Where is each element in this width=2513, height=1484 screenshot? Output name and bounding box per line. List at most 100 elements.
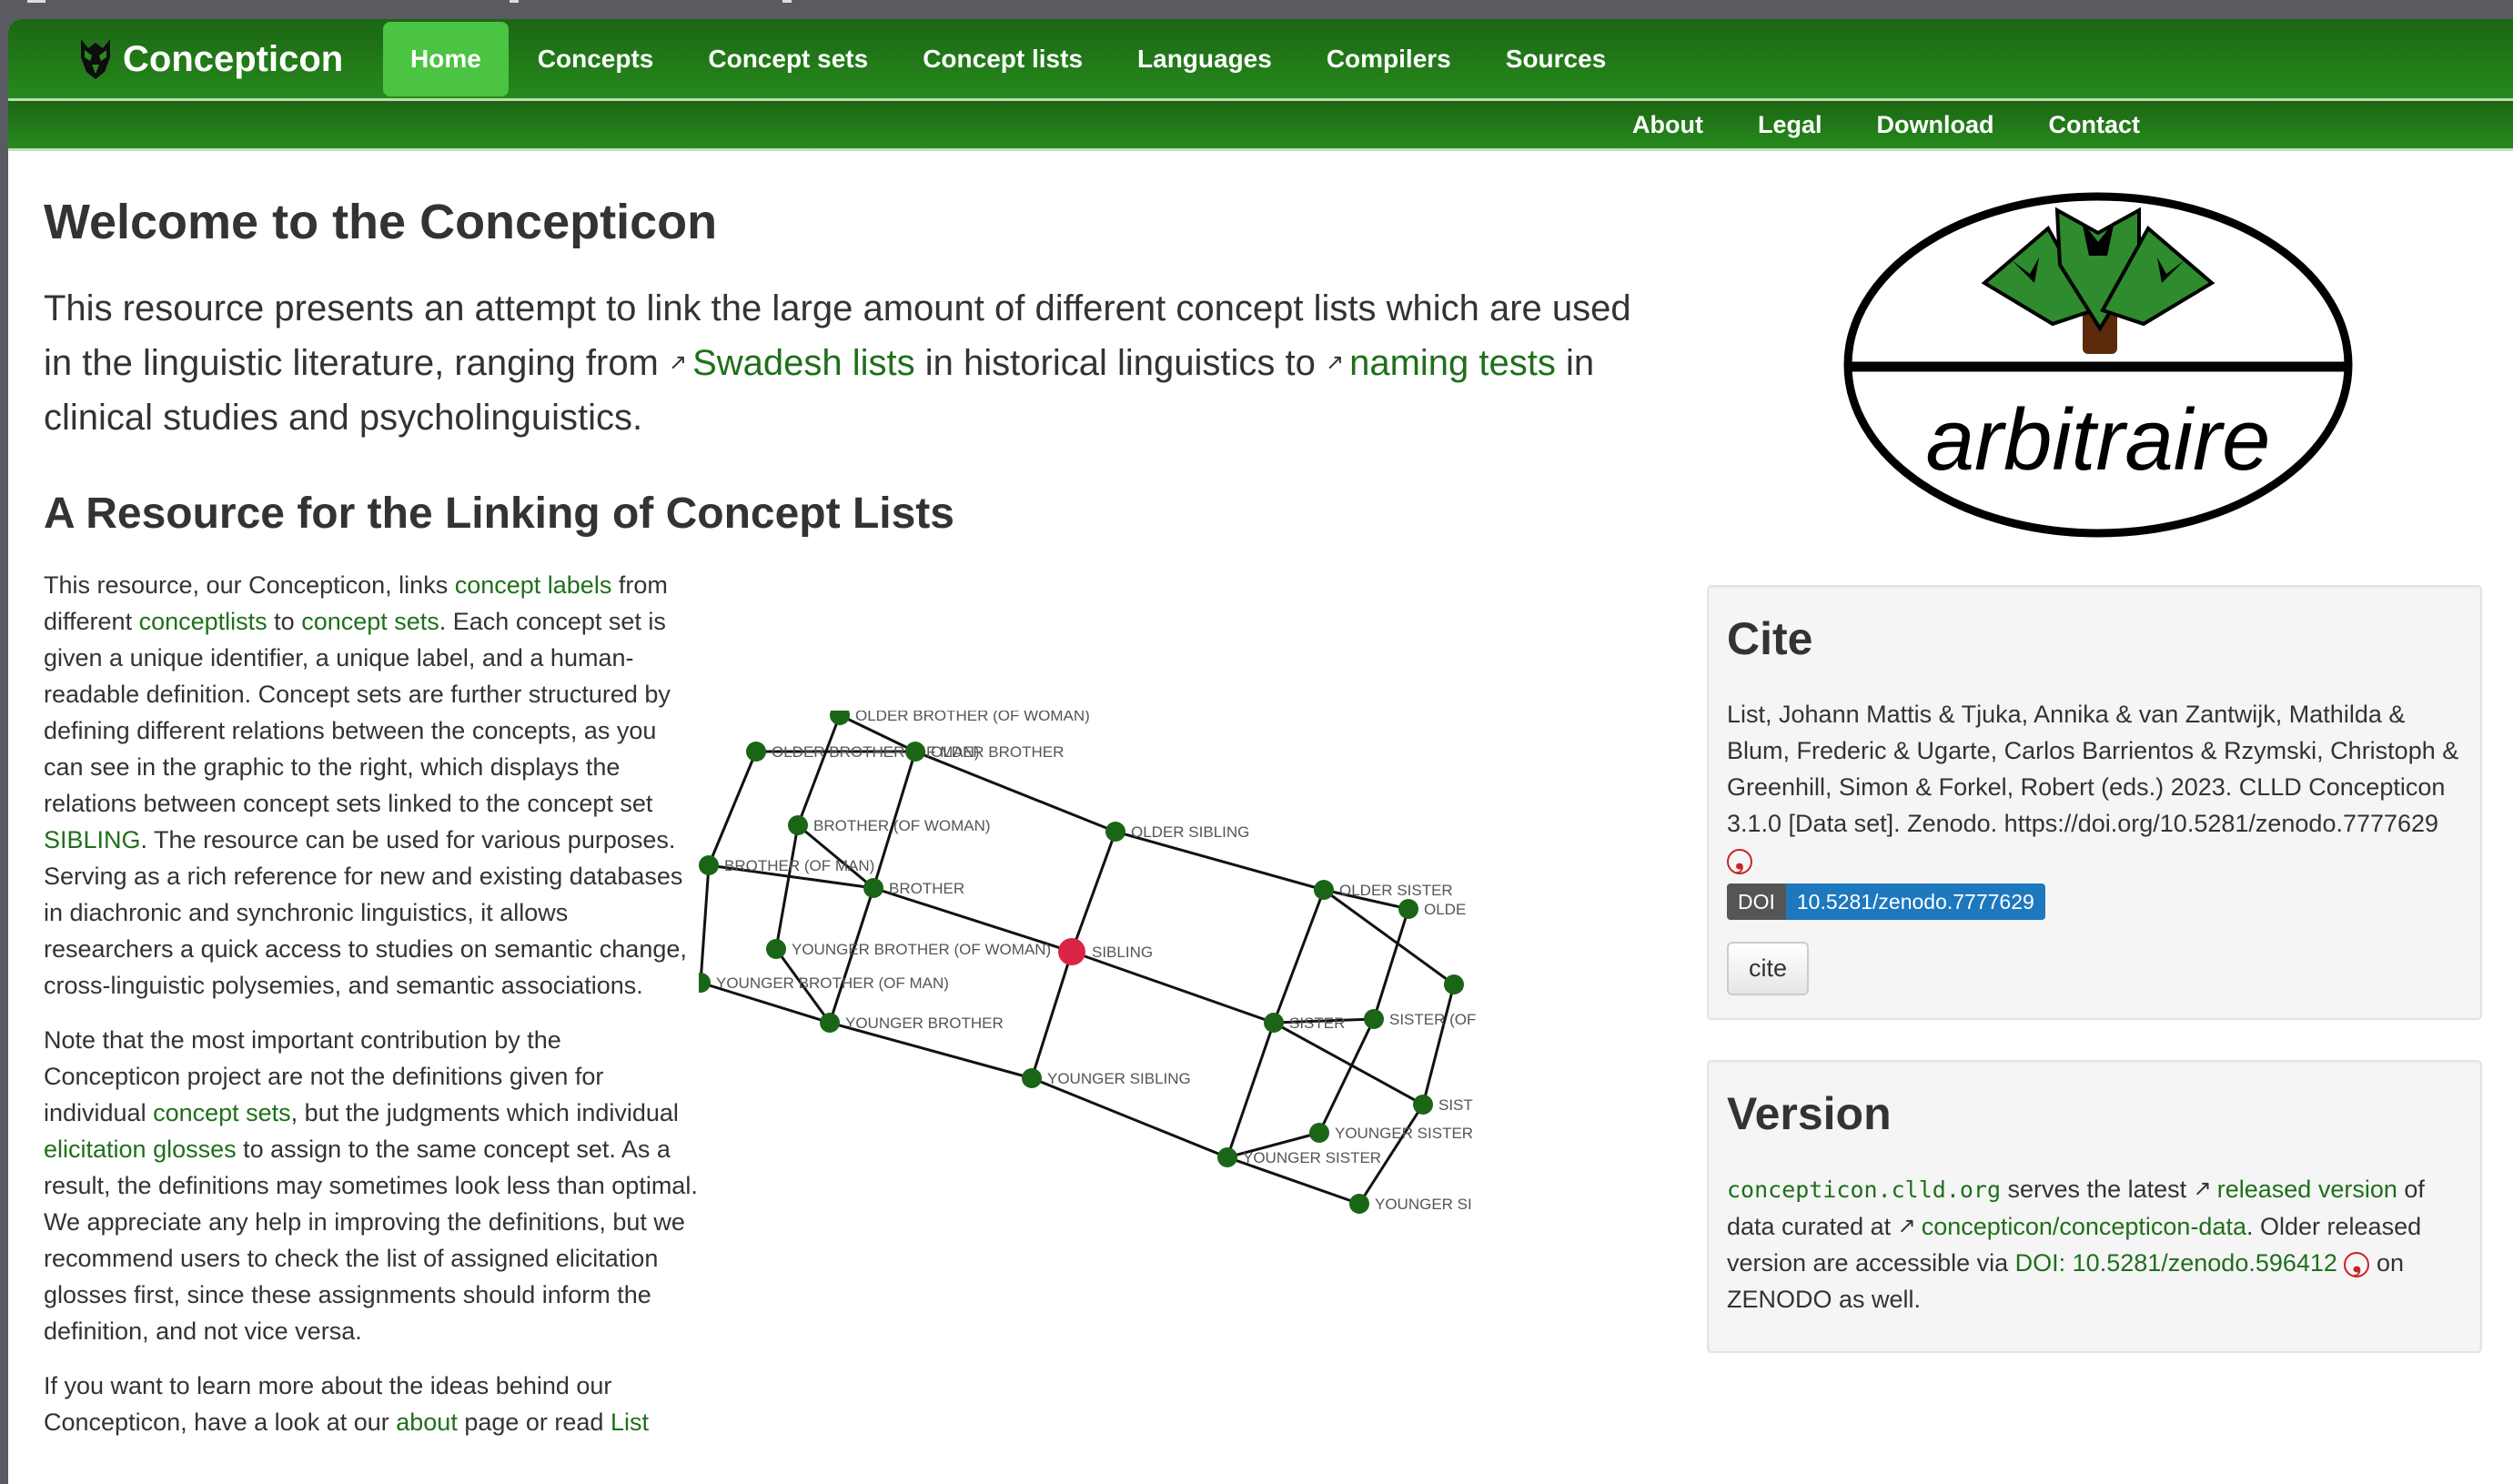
zenodo-icon[interactable]: ❟	[2344, 1251, 2370, 1277]
graph-node[interactable]	[788, 815, 808, 835]
browser-top-strip	[0, 0, 2513, 19]
nav-sources[interactable]: Sources	[1479, 23, 1634, 96]
graph-node[interactable]	[746, 742, 766, 762]
graph-node[interactable]	[1444, 974, 1464, 994]
graph-node-label[interactable]: BROTHER (OF MAN)	[724, 857, 874, 874]
graph-node[interactable]	[1217, 1147, 1237, 1167]
paragraph-2: Note that the most important contributio…	[44, 1022, 699, 1349]
graph-node-label[interactable]: SIBLING	[1092, 944, 1153, 961]
brand-name: Concepticon	[123, 38, 344, 79]
graph-node[interactable]	[1398, 899, 1418, 919]
elicitation-glosses-link[interactable]: elicitation glosses	[44, 1136, 237, 1163]
graph-node[interactable]	[1413, 1095, 1433, 1115]
doi-badge[interactable]: DOI 10.5281/zenodo.7777629	[1727, 883, 2045, 920]
graph-edge	[1226, 1022, 1276, 1158]
concept-labels-link[interactable]: concept labels	[455, 571, 612, 599]
graph-node-label[interactable]: YOUNGER SI	[1375, 1196, 1472, 1213]
nav-concept-sets[interactable]: Concept sets	[681, 23, 895, 96]
nav-about[interactable]: About	[1605, 111, 1731, 139]
cite-panel: Cite List, Johann Mattis & Tjuka, Annika…	[1707, 585, 2482, 1020]
graph-edge	[1030, 951, 1074, 1079]
concept-sets-link[interactable]: concept sets	[301, 608, 439, 635]
concept-sets-link-2[interactable]: concept sets	[153, 1099, 291, 1126]
swadesh-lists-link[interactable]: Swadesh lists	[692, 343, 915, 383]
graph-node[interactable]	[1309, 1123, 1329, 1143]
graph-node[interactable]	[1364, 1009, 1384, 1029]
released-version-link[interactable]: released version	[2217, 1176, 2397, 1203]
citation: List, Johann Mattis & Tjuka, Annika & va…	[1727, 701, 2459, 837]
nav-contact[interactable]: Contact	[2022, 111, 2168, 139]
graph-node-label[interactable]: BROTHER	[889, 880, 964, 897]
graph-node[interactable]	[820, 1013, 840, 1033]
navbar: Concepticon Home Concepts Concept sets C…	[8, 19, 2513, 99]
sub-navbar: About Legal Download Contact	[8, 101, 2513, 151]
graph-node-label[interactable]: BROTHER (OF WOMAN)	[813, 817, 991, 834]
graph-node[interactable]	[830, 711, 850, 725]
graph-node[interactable]	[1022, 1068, 1042, 1088]
zenodo-icon[interactable]: ❟	[1727, 848, 1752, 874]
concepticon-data-link[interactable]: concepticon/concepticon-data	[1922, 1213, 2246, 1240]
graph-edge	[1317, 1018, 1376, 1134]
list-reference-link[interactable]: List	[611, 1408, 649, 1436]
graph-node-label[interactable]: YOUNGER SIBLING	[1047, 1070, 1191, 1087]
sibling-link[interactable]: SIBLING	[44, 826, 141, 853]
naming-tests-link[interactable]: naming tests	[1349, 343, 1556, 383]
graph-node-label[interactable]: OLDER SISTER	[1339, 882, 1453, 899]
nav-concepts[interactable]: Concepts	[510, 23, 681, 96]
cite-button[interactable]: cite	[1727, 942, 1810, 995]
graph-edge	[1372, 908, 1410, 1020]
graph-node-label[interactable]: SISTER	[1289, 1015, 1345, 1032]
doi-badge-label: DOI	[1727, 883, 1786, 920]
graph-edge	[707, 751, 758, 866]
graph-node[interactable]	[699, 973, 711, 993]
graph-node-label[interactable]: YOUNGER SISTER	[1335, 1125, 1473, 1142]
graph-node-label[interactable]: OLDER BROTHER (OF WOMAN)	[855, 711, 1090, 724]
main-content: Welcome to the Concepticon This resource…	[44, 174, 1645, 1436]
graph-node-focus[interactable]	[1058, 938, 1085, 965]
external-link-icon: ↗	[1325, 350, 1345, 375]
nav-home[interactable]: Home	[383, 22, 509, 96]
graph-node[interactable]	[699, 855, 719, 875]
graph-node[interactable]	[1264, 1013, 1284, 1033]
nav-legal[interactable]: Legal	[1731, 111, 1850, 139]
graph-node[interactable]	[863, 878, 883, 898]
graph-node-label[interactable]: YOUNGER BROTHER (OF WOMAN)	[792, 941, 1051, 958]
brand-link[interactable]: Concepticon	[79, 32, 343, 86]
graph-node-label[interactable]: YOUNGER BROTHER (OF MAN)	[716, 974, 949, 992]
cite-title: Cite	[1727, 613, 1813, 664]
graph-node[interactable]	[1105, 822, 1125, 842]
graph-edge	[1272, 889, 1326, 1024]
text: . Each concept set is given a unique ide…	[44, 608, 671, 817]
concept-relations-graph: OLDER BROTHER (OF WOMAN)OLDER BROTHER (O…	[699, 711, 1476, 1214]
toolbar-mark	[782, 0, 792, 3]
logo-text: arbitraire	[1926, 391, 2271, 489]
about-link[interactable]: about	[396, 1408, 458, 1436]
older-doi-link[interactable]: DOI: 10.5281/zenodo.596412	[2015, 1249, 2337, 1277]
site-link[interactable]: concepticon.clld.org	[1727, 1176, 2001, 1203]
graph-node-label[interactable]: SISTER (OF	[1389, 1011, 1476, 1028]
graph-node[interactable]	[905, 742, 925, 762]
intro-text: This resource, our Concepticon, links co…	[44, 567, 699, 1459]
doi-badge-value: 10.5281/zenodo.7777629	[1785, 883, 2045, 920]
nav-concept-lists[interactable]: Concept lists	[895, 23, 1110, 96]
graph-edge	[1421, 984, 1456, 1105]
text: page or read	[457, 1408, 611, 1436]
lead-text: in historical linguistics to	[914, 343, 1326, 383]
nav-download[interactable]: Download	[1850, 111, 2022, 139]
graph-node-label[interactable]: YOUNGER SISTER	[1243, 1149, 1381, 1166]
graph-node-label[interactable]: OLDER BROTHER	[931, 743, 1064, 761]
nav-compilers[interactable]: Compilers	[1299, 23, 1479, 96]
text: serves the latest	[2001, 1176, 2194, 1203]
graph-node-label[interactable]: OLDE	[1424, 901, 1466, 918]
toolbar-mark	[27, 0, 45, 3]
lead-paragraph: This resource presents an attempt to lin…	[44, 281, 1645, 445]
graph-node[interactable]	[1314, 880, 1334, 900]
graph-node-label[interactable]: YOUNGER BROTHER	[845, 1015, 1004, 1032]
graph-node-label[interactable]: SIST	[1438, 1096, 1473, 1114]
section-title: A Resource for the Linking of Concept Li…	[44, 490, 954, 538]
graph-node[interactable]	[766, 939, 786, 959]
conceptlists-link[interactable]: conceptlists	[139, 608, 267, 635]
graph-node[interactable]	[1349, 1194, 1369, 1214]
graph-node-label[interactable]: OLDER SIBLING	[1131, 823, 1249, 841]
nav-languages[interactable]: Languages	[1110, 23, 1299, 96]
